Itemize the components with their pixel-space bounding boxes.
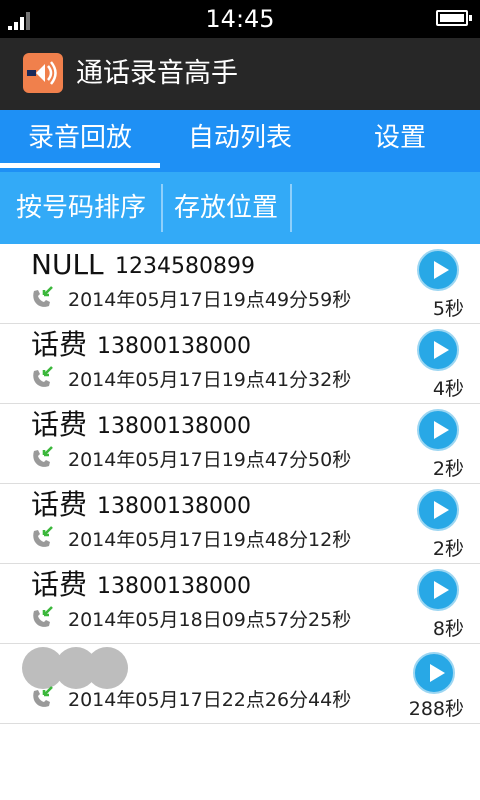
call-incoming-icon [33, 446, 53, 467]
recording-datetime: 2014年05月17日19点41分32秒 [68, 369, 352, 391]
recording-datetime: 2014年05月18日09点57分25秒 [68, 609, 352, 631]
play-button[interactable] [413, 652, 455, 694]
call-incoming-icon [33, 606, 53, 627]
recording-datetime: 2014年05月17日19点48分12秒 [68, 529, 352, 551]
app-title: 通话录音高手 [76, 58, 238, 89]
contact-name: 话费 [31, 568, 88, 601]
redacted-contact [22, 647, 130, 689]
toolbar-divider [161, 184, 163, 232]
phone-number: 13800138000 [97, 334, 251, 359]
app-logo-icon [23, 53, 63, 93]
contact-name: 话费 [31, 328, 88, 361]
recording-datetime: 2014年05月17日19点47分50秒 [68, 449, 352, 471]
recording-duration: 5秒 [432, 298, 464, 320]
phone-number: 1234580899 [115, 254, 255, 279]
call-incoming-icon [33, 526, 53, 547]
toolbar-divider [290, 184, 292, 232]
list-item[interactable]: 话费 13800138000 2014年05月17日19点41分32秒 4秒 [0, 324, 480, 404]
list-item[interactable]: NULL 1234580899 2014年05月17日19点49分59秒 5秒 [0, 244, 480, 324]
tab-playback[interactable]: 录音回放 [0, 110, 160, 172]
list-item[interactable]: 话费 13800138000 2014年05月17日19点47分50秒 2秒 [0, 404, 480, 484]
list-item[interactable]: 2014年05月17日22点26分44秒 288秒 [0, 644, 480, 724]
battery-icon [436, 10, 472, 26]
main-tabs: 录音回放 自动列表 设置 [0, 110, 480, 172]
play-button[interactable] [417, 489, 459, 531]
recording-duration: 4秒 [432, 378, 464, 400]
play-button[interactable] [417, 249, 459, 291]
list-item[interactable]: 话费 13800138000 2014年05月18日09点57分25秒 8秒 [0, 564, 480, 644]
play-button[interactable] [417, 409, 459, 451]
recording-datetime: 2014年05月17日22点26分44秒 [68, 689, 352, 711]
tab-label: 设置 [373, 123, 426, 153]
sort-by-number-button[interactable]: 按号码排序 [16, 172, 146, 244]
recording-duration: 288秒 [408, 698, 464, 720]
play-button[interactable] [417, 329, 459, 371]
recording-datetime: 2014年05月17日19点49分59秒 [68, 289, 352, 311]
active-tab-indicator [0, 163, 160, 168]
recording-list: NULL 1234580899 2014年05月17日19点49分59秒 5秒 … [0, 244, 480, 724]
sub-toolbar: 按号码排序 存放位置 [0, 172, 480, 244]
tab-label: 自动列表 [187, 123, 292, 153]
play-button[interactable] [417, 569, 459, 611]
call-incoming-icon [33, 686, 53, 707]
call-incoming-icon [33, 366, 53, 387]
recording-duration: 8秒 [432, 618, 464, 640]
contact-name: 话费 [31, 408, 88, 441]
contact-name: NULL [31, 248, 104, 281]
app-bar: 通话录音高手 [0, 38, 480, 110]
list-item[interactable]: 话费 13800138000 2014年05月17日19点48分12秒 2秒 [0, 484, 480, 564]
storage-location-button[interactable]: 存放位置 [174, 172, 278, 244]
tab-settings[interactable]: 设置 [320, 110, 480, 172]
phone-number: 13800138000 [97, 574, 251, 599]
status-bar: 14:45 [0, 0, 480, 38]
contact-name: 话费 [31, 488, 88, 521]
tab-auto-list[interactable]: 自动列表 [160, 110, 320, 172]
recording-duration: 2秒 [432, 538, 464, 560]
tab-label: 录音回放 [27, 123, 132, 153]
recording-duration: 2秒 [432, 458, 464, 480]
phone-number: 13800138000 [97, 494, 251, 519]
call-incoming-icon [33, 286, 53, 307]
phone-number: 13800138000 [97, 414, 251, 439]
status-time: 14:45 [205, 5, 275, 33]
